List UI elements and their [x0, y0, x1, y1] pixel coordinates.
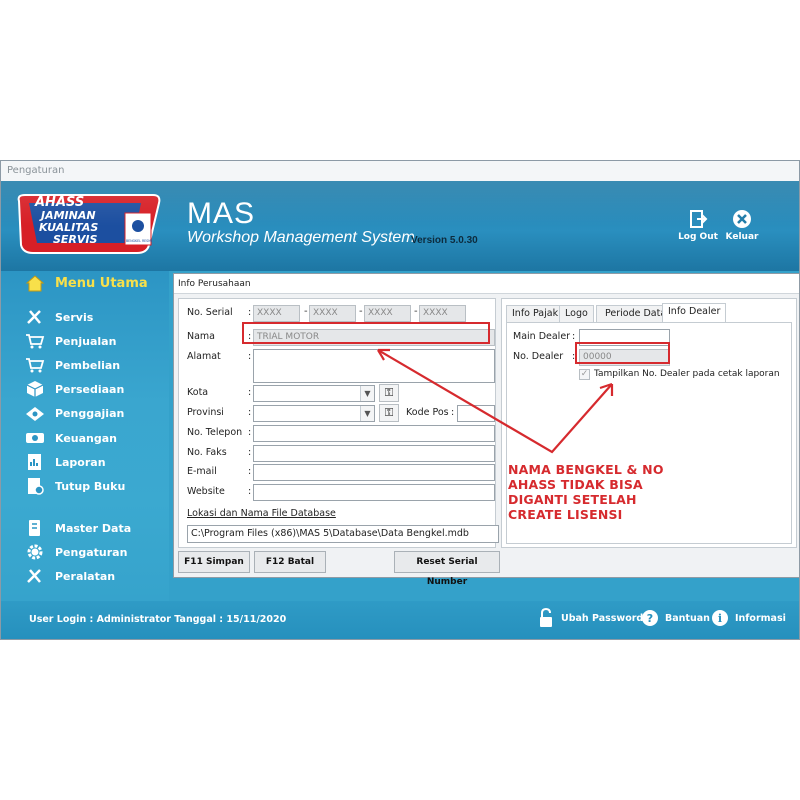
annotation-line: CREATE LISENSI [508, 507, 623, 522]
annotation-line: DIGANTI SETELAH [508, 492, 637, 507]
annotation-line: AHASS TIDAK BISA [508, 477, 643, 492]
annotation-arrows [377, 348, 614, 454]
annotation-line: NAMA BENGKEL & NO [508, 462, 664, 477]
annotation-text: NAMA BENGKEL & NO AHASS TIDAK BISA DIGAN… [508, 462, 693, 522]
